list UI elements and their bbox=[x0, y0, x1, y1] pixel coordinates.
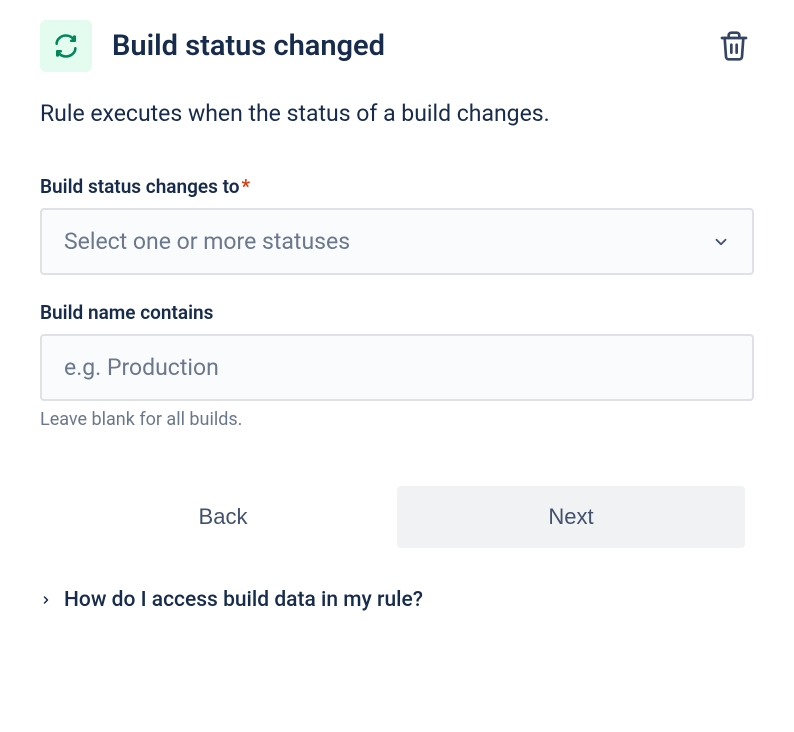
status-select-placeholder: Select one or more statuses bbox=[64, 228, 350, 255]
next-button[interactable]: Next bbox=[397, 486, 745, 548]
build-name-field-label: Build name contains bbox=[40, 301, 754, 324]
description-text: Rule executes when the status of a build… bbox=[40, 100, 754, 127]
header-row: Build status changed bbox=[40, 20, 754, 72]
trash-icon bbox=[718, 30, 750, 62]
help-accordion-toggle[interactable]: How do I access build data in my rule? bbox=[40, 584, 754, 616]
status-label-text: Build status changes to bbox=[40, 175, 240, 198]
required-asterisk: * bbox=[242, 175, 251, 198]
status-field-label: Build status changes to* bbox=[40, 175, 754, 198]
button-row: Back Next bbox=[40, 486, 754, 548]
page-title: Build status changed bbox=[112, 29, 385, 63]
status-field-group: Build status changes to* Select one or m… bbox=[40, 175, 754, 275]
build-name-field-group: Build name contains Leave blank for all … bbox=[40, 301, 754, 430]
chevron-right-icon bbox=[40, 594, 52, 606]
refresh-icon bbox=[52, 32, 80, 60]
refresh-icon-badge bbox=[40, 20, 92, 72]
help-link-text: How do I access build data in my rule? bbox=[64, 588, 423, 612]
delete-button[interactable] bbox=[714, 26, 754, 66]
status-select[interactable]: Select one or more statuses bbox=[40, 208, 754, 275]
chevron-down-icon bbox=[712, 233, 730, 251]
back-button[interactable]: Back bbox=[49, 486, 397, 548]
header-left: Build status changed bbox=[40, 20, 385, 72]
build-name-input[interactable] bbox=[40, 334, 754, 401]
build-name-helper-text: Leave blank for all builds. bbox=[40, 409, 754, 430]
